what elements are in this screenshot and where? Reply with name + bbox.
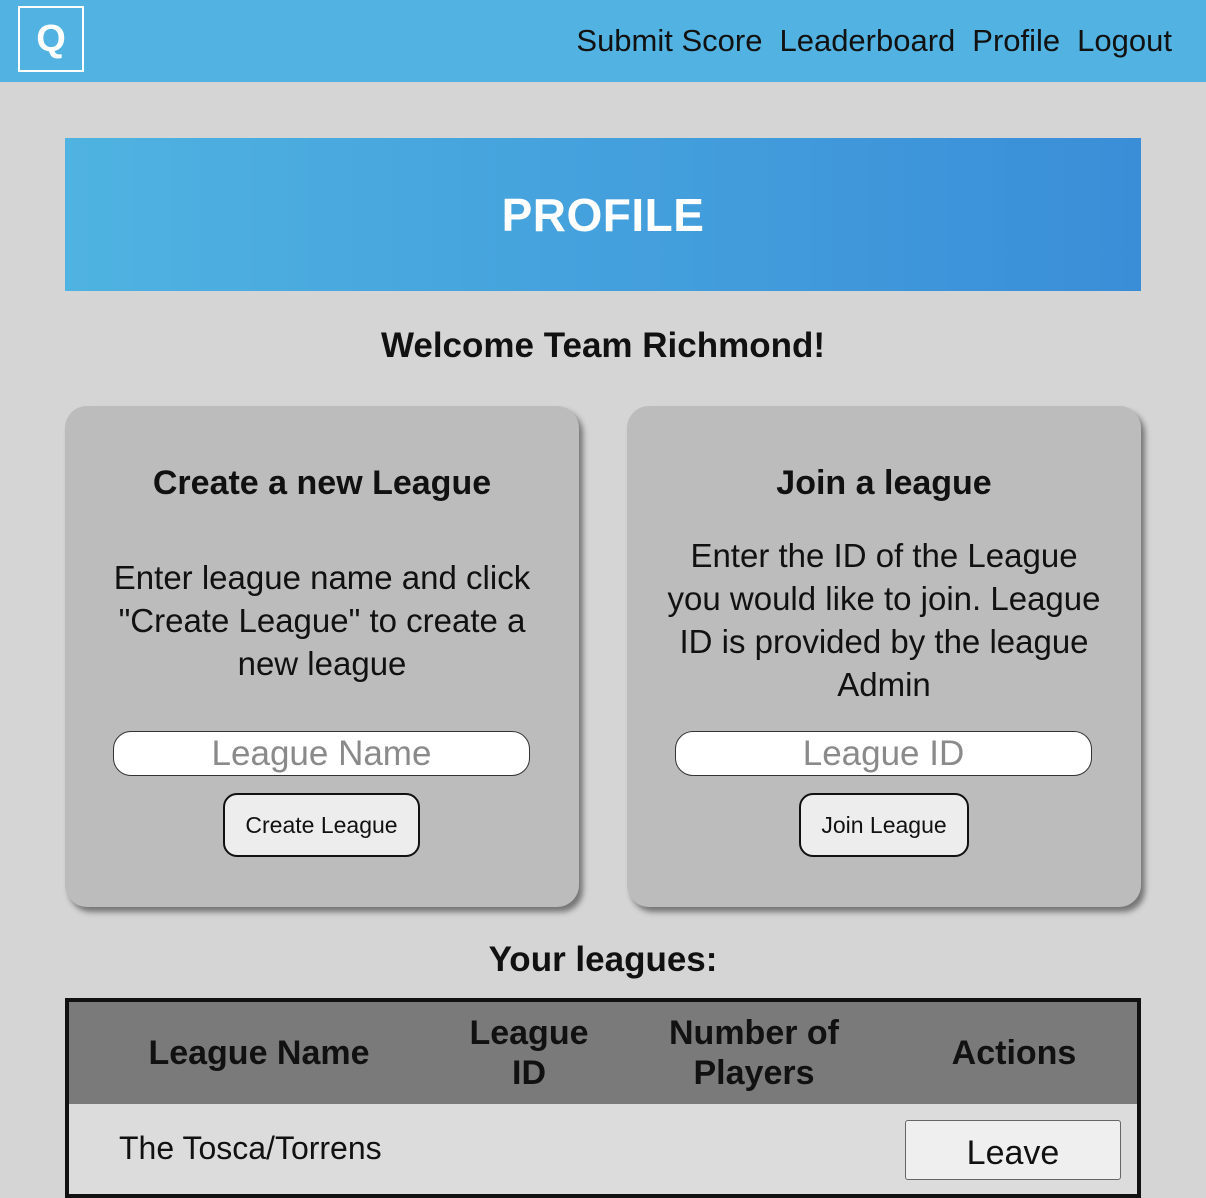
leave-league-button[interactable]: Leave [905, 1120, 1121, 1180]
page-title: PROFILE [501, 188, 705, 241]
nav-link-logout[interactable]: Logout [1077, 23, 1172, 59]
top-nav-bar: Q Submit Score Leaderboard Profile Logou… [0, 0, 1206, 82]
create-league-button[interactable]: Create League [223, 793, 420, 857]
column-header-league-name: League Name [148, 1034, 370, 1072]
column-header-league-id: League ID [469, 1014, 589, 1092]
app-logo[interactable]: Q [18, 6, 84, 72]
join-league-title: Join a league [776, 464, 992, 502]
league-id-input[interactable] [675, 731, 1092, 776]
welcome-message: Welcome Team Richmond! [380, 326, 826, 365]
column-header-actions: Actions [951, 1034, 1077, 1072]
profile-banner: PROFILE [65, 138, 1141, 291]
join-league-description: Enter the ID of the League you would lik… [667, 537, 1101, 703]
your-leagues-heading: Your leagues: [488, 940, 718, 979]
column-header-number-of-players: Number of Players [669, 1014, 839, 1092]
create-league-card: Create a new League Enter league name an… [65, 406, 579, 907]
leagues-table-header: League Name League ID Number of Players … [69, 1002, 1137, 1104]
league-name-input[interactable] [113, 731, 530, 776]
leagues-table: League Name League ID Number of Players … [65, 998, 1141, 1198]
main-nav: Submit Score Leaderboard Profile Logout [576, 0, 1172, 82]
league-name-cell: The Tosca/Torrens [119, 1130, 382, 1166]
join-league-button[interactable]: Join League [799, 793, 969, 857]
nav-link-submit-score[interactable]: Submit Score [576, 23, 762, 59]
nav-link-profile[interactable]: Profile [972, 23, 1060, 59]
join-league-card: Join a league Enter the ID of the League… [627, 406, 1141, 907]
create-league-title: Create a new League [152, 464, 492, 502]
create-league-description: Enter league name and click "Create Leag… [113, 559, 531, 682]
nav-link-leaderboard[interactable]: Leaderboard [779, 23, 955, 59]
